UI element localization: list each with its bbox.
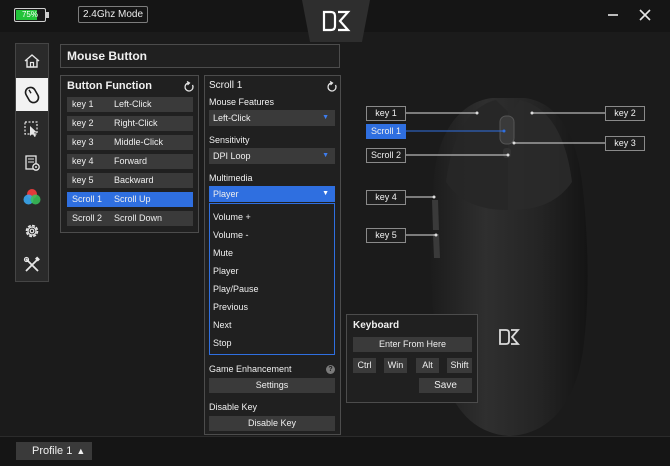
multimedia-option[interactable]: Volume + — [213, 212, 251, 222]
multimedia-option[interactable]: Play/Pause — [213, 284, 259, 294]
ctrl-modifier-button[interactable]: Ctrl — [353, 358, 376, 373]
mouse-features-label: Mouse Features — [209, 97, 275, 107]
button-function-value: Right-Click — [114, 118, 158, 128]
button-key-label: Scroll 1 — [72, 194, 103, 204]
button-function-value: Backward — [114, 175, 154, 185]
mouse-features-dropdown[interactable]: Left-Click ▼ — [209, 110, 335, 126]
dz-logo-icon — [302, 0, 370, 42]
reset-icon[interactable] — [326, 81, 338, 93]
button-function-row[interactable]: key 3 Middle-Click — [67, 135, 193, 150]
multimedia-dropdown[interactable]: Player ▼ — [209, 186, 335, 202]
alt-modifier-button[interactable]: Alt — [416, 358, 439, 373]
page-title: Mouse Button — [60, 44, 340, 68]
multimedia-option[interactable]: Previous — [213, 302, 248, 312]
button-function-title: Button Function — [67, 80, 152, 92]
sensitivity-value: DPI Loop — [213, 151, 251, 161]
game-enhancement-label: Game Enhancement — [209, 364, 292, 374]
multimedia-option[interactable]: Player — [213, 266, 239, 276]
button-key-label: key 3 — [72, 137, 94, 147]
sidebar-item-settings[interactable] — [16, 214, 48, 247]
help-icon[interactable]: ? — [326, 365, 335, 374]
sensitivity-dropdown[interactable]: DPI Loop ▼ — [209, 148, 335, 164]
button-function-value: Scroll Down — [114, 213, 163, 223]
button-function-row[interactable]: Scroll 1 Scroll Up — [67, 192, 193, 207]
mouse-icon — [24, 86, 40, 103]
sidebar-item-macro[interactable] — [16, 146, 48, 179]
button-function-value: Scroll Up — [114, 194, 151, 204]
button-function-row[interactable]: key 2 Right-Click — [67, 116, 193, 131]
settings-button[interactable]: Settings — [209, 378, 335, 393]
scroll-function-panel: Scroll 1 Mouse Features Left-Click ▼ Sen… — [204, 75, 341, 435]
rgb-lighting-icon — [23, 188, 41, 204]
battery-indicator: 75% — [14, 8, 49, 22]
button-key-label: Scroll 2 — [72, 213, 103, 223]
tools-icon — [23, 256, 40, 272]
mouse-key-4[interactable]: key 4 — [366, 190, 406, 205]
chevron-down-icon: ▼ — [322, 114, 329, 121]
multimedia-option[interactable]: Stop — [213, 338, 232, 348]
mouse-key-scroll-1[interactable]: Scroll 1 — [366, 124, 406, 139]
button-key-label: key 1 — [72, 99, 94, 109]
disable-key-label: Disable Key — [209, 402, 258, 412]
multimedia-label: Multimedia — [209, 173, 253, 183]
home-icon — [24, 53, 40, 68]
mouse-key-2[interactable]: key 2 — [605, 106, 645, 121]
sidebar-item-lighting[interactable] — [16, 180, 48, 213]
close-icon — [639, 9, 651, 21]
profile-selector[interactable]: Profile 1 ▲ — [16, 442, 92, 460]
chevron-down-icon: ▼ — [322, 190, 329, 197]
sidebar-item-pointer-settings[interactable] — [16, 112, 48, 145]
footer-bar — [0, 436, 670, 466]
button-function-value: Middle-Click — [114, 137, 164, 147]
win-modifier-button[interactable]: Win — [384, 358, 407, 373]
button-function-value: Left-Click — [114, 99, 152, 109]
reset-icon[interactable] — [183, 81, 195, 93]
mouse-key-scroll-2[interactable]: Scroll 2 — [366, 148, 406, 163]
scroll-panel-title: Scroll 1 — [209, 80, 243, 91]
mouse-key-5[interactable]: key 5 — [366, 228, 406, 243]
chevron-down-icon: ▼ — [322, 152, 329, 159]
button-key-label: key 5 — [72, 175, 94, 185]
connection-mode-badge: 2.4Ghz Mode — [78, 6, 148, 23]
button-key-label: key 4 — [72, 156, 94, 166]
keyboard-panel: Keyboard Enter From Here Ctrl Win Alt Sh… — [346, 314, 478, 403]
minimize-icon — [608, 14, 618, 16]
button-function-row[interactable]: Scroll 2 Scroll Down — [67, 211, 193, 226]
multimedia-option[interactable]: Volume - — [213, 230, 249, 240]
enter-from-here-input[interactable]: Enter From Here — [353, 337, 472, 352]
button-function-row[interactable]: key 5 Backward — [67, 173, 193, 188]
mouse-key-1[interactable]: key 1 — [366, 106, 406, 121]
multimedia-value: Player — [213, 189, 239, 199]
mouse-key-3[interactable]: key 3 — [605, 136, 645, 151]
button-key-label: key 2 — [72, 118, 94, 128]
disable-key-button[interactable]: Disable Key — [209, 416, 335, 431]
multimedia-options-list: Volume + Volume - Mute Player Play/Pause… — [209, 203, 335, 355]
save-button[interactable]: Save — [419, 378, 472, 393]
sidebar-item-tools[interactable] — [16, 248, 48, 281]
battery-terminal — [46, 12, 49, 18]
sensitivity-label: Sensitivity — [209, 135, 250, 145]
button-function-row[interactable]: key 4 Forward — [67, 154, 193, 169]
sidebar-item-mouse[interactable] — [16, 78, 48, 111]
sidebar — [15, 43, 49, 282]
multimedia-option[interactable]: Next — [213, 320, 232, 330]
sidebar-item-home[interactable] — [16, 44, 48, 77]
macro-icon — [25, 154, 40, 171]
button-function-row[interactable]: key 1 Left-Click — [67, 97, 193, 112]
battery-percent: 75% — [21, 10, 38, 19]
shift-modifier-button[interactable]: Shift — [447, 358, 472, 373]
mouse-features-value: Left-Click — [213, 113, 251, 123]
profile-label: Profile 1 — [32, 445, 73, 457]
button-function-value: Forward — [114, 156, 148, 166]
keyboard-title: Keyboard — [353, 320, 400, 331]
multimedia-option[interactable]: Mute — [213, 248, 233, 258]
pointer-settings-icon — [24, 120, 38, 137]
gear-icon — [25, 224, 39, 237]
button-function-panel: Button Function key 1 Left-Click key 2 Righ… — [60, 75, 199, 233]
close-button[interactable] — [634, 5, 656, 25]
chevron-up-icon: ▲ — [76, 446, 86, 456]
minimize-button[interactable] — [602, 5, 624, 25]
